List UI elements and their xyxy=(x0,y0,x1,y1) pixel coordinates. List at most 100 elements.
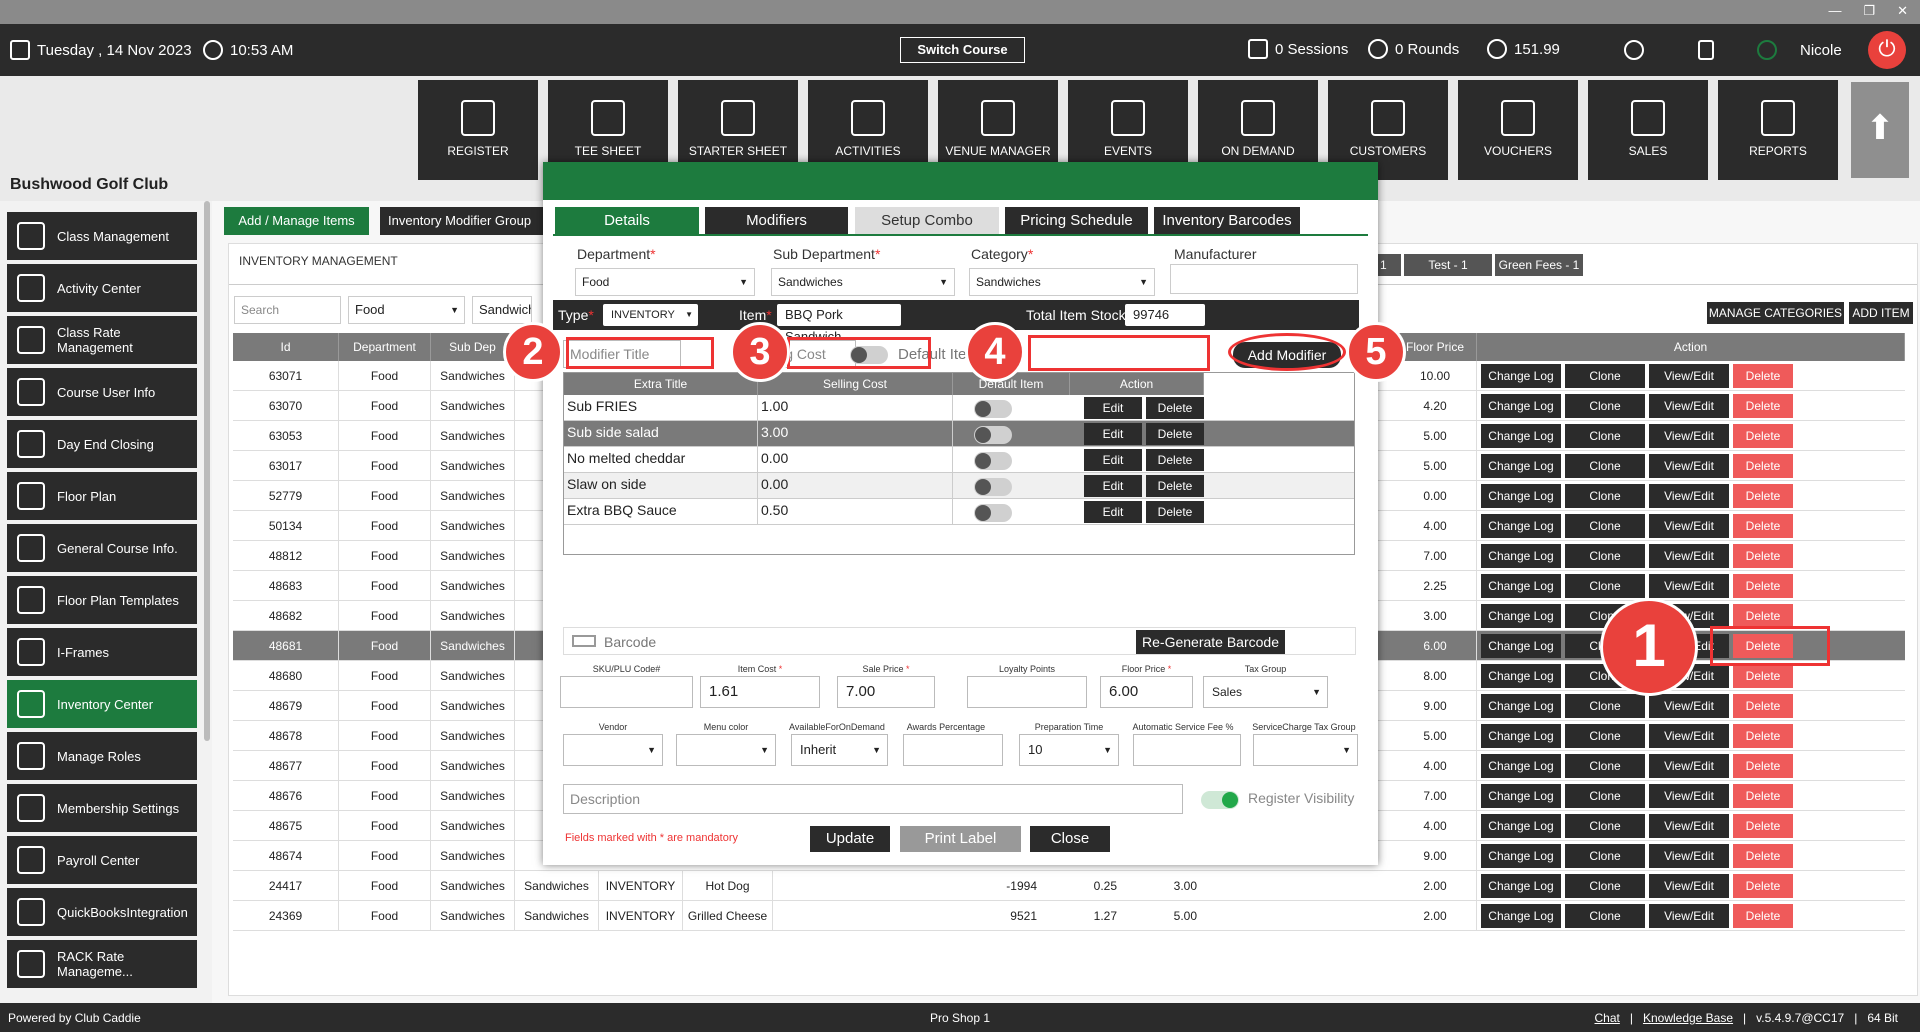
update-button[interactable]: Update xyxy=(810,826,890,852)
col-department[interactable]: Department xyxy=(339,333,431,361)
tile-sales[interactable]: SALES xyxy=(1588,80,1708,180)
tab-details[interactable]: Details xyxy=(555,207,699,235)
change-log-button[interactable]: Change Log xyxy=(1481,724,1561,748)
change-log-button[interactable]: Change Log xyxy=(1481,394,1561,418)
edit-button[interactable]: Edit xyxy=(1084,423,1142,445)
clone-button[interactable]: Clone xyxy=(1565,394,1645,418)
change-log-button[interactable]: Change Log xyxy=(1481,484,1561,508)
switch-course-button[interactable]: Switch Course xyxy=(900,37,1025,63)
delete-button[interactable]: Delete xyxy=(1146,423,1204,445)
restore-icon[interactable]: ❐ xyxy=(1863,3,1875,19)
prep-time-select[interactable]: 10 ▼ xyxy=(1019,734,1119,766)
chat-link[interactable]: Chat xyxy=(1594,1011,1619,1025)
delete-button[interactable]: Delete xyxy=(1733,694,1793,718)
delete-button[interactable]: Delete xyxy=(1733,394,1793,418)
delete-button[interactable]: Delete xyxy=(1146,397,1204,419)
delete-button[interactable]: Delete xyxy=(1146,475,1204,497)
delete-button[interactable]: Delete xyxy=(1733,484,1793,508)
clone-button[interactable]: Clone xyxy=(1565,424,1645,448)
category-select[interactable]: Sandwiches ▼ xyxy=(969,268,1155,296)
category-chip[interactable]: Green Fees - 1 xyxy=(1495,254,1583,276)
default-item-toggle[interactable] xyxy=(974,478,1012,496)
department-filter[interactable]: Food ▼ xyxy=(348,296,465,324)
delete-button[interactable]: Delete xyxy=(1146,449,1204,471)
sku-input[interactable] xyxy=(560,676,693,708)
view-edit-button[interactable]: View/Edit xyxy=(1649,364,1729,388)
view-edit-button[interactable]: View/Edit xyxy=(1649,814,1729,838)
edit-button[interactable]: Edit xyxy=(1084,449,1142,471)
clone-button[interactable]: Clone xyxy=(1565,454,1645,478)
clone-button[interactable]: Clone xyxy=(1565,904,1645,928)
change-log-button[interactable]: Change Log xyxy=(1481,874,1561,898)
sidebar-item-activity-center[interactable]: Activity Center xyxy=(7,264,197,312)
col-id[interactable]: Id xyxy=(233,333,339,361)
knowledge-base-link[interactable]: Knowledge Base xyxy=(1643,1011,1733,1025)
edit-button[interactable]: Edit xyxy=(1084,475,1142,497)
sale-price-input[interactable]: 7.00 xyxy=(837,676,935,708)
floor-price-input[interactable]: 6.00 xyxy=(1100,676,1193,708)
change-log-button[interactable]: Change Log xyxy=(1481,544,1561,568)
item-cost-input[interactable]: 1.61 xyxy=(700,676,820,708)
category-chip[interactable]: Test - 1 xyxy=(1404,254,1492,276)
clone-button[interactable]: Clone xyxy=(1565,694,1645,718)
type-select[interactable]: INVENTORY ▼ xyxy=(603,304,698,326)
view-edit-button[interactable]: View/Edit xyxy=(1649,844,1729,868)
sidebar-item-membership-settings[interactable]: Membership Settings xyxy=(7,784,197,832)
sessions-indicator[interactable]: 0 Sessions xyxy=(1248,39,1348,59)
delete-button[interactable]: Delete xyxy=(1733,424,1793,448)
description-input[interactable]: Description xyxy=(563,784,1183,814)
clone-button[interactable]: Clone xyxy=(1565,844,1645,868)
view-edit-button[interactable]: View/Edit xyxy=(1649,784,1729,808)
tab-setup-combo[interactable]: Setup Combo xyxy=(855,207,999,235)
clone-button[interactable]: Clone xyxy=(1565,484,1645,508)
view-edit-button[interactable]: View/Edit xyxy=(1649,514,1729,538)
clone-button[interactable]: Clone xyxy=(1565,814,1645,838)
on-demand-select[interactable]: Inherit ▼ xyxy=(791,734,888,766)
change-log-button[interactable]: Change Log xyxy=(1481,754,1561,778)
delete-button[interactable]: Delete xyxy=(1733,514,1793,538)
view-edit-button[interactable]: View/Edit xyxy=(1649,874,1729,898)
change-log-button[interactable]: Change Log xyxy=(1481,844,1561,868)
clone-button[interactable]: Clone xyxy=(1565,544,1645,568)
delete-button[interactable]: Delete xyxy=(1733,574,1793,598)
loyalty-points-input[interactable] xyxy=(967,676,1087,708)
change-log-button[interactable]: Change Log xyxy=(1481,604,1561,628)
power-icon[interactable]: ⏻ xyxy=(1868,31,1906,69)
add-item-button[interactable]: ADD ITEM xyxy=(1849,302,1913,324)
delete-button[interactable]: Delete xyxy=(1733,904,1793,928)
close-button[interactable]: Close xyxy=(1030,826,1110,852)
tab-add-manage-items[interactable]: Add / Manage Items xyxy=(224,207,369,235)
lock-icon[interactable] xyxy=(1698,40,1714,60)
delete-button[interactable]: Delete xyxy=(1733,454,1793,478)
menu-color-select[interactable]: ▼ xyxy=(676,734,776,766)
rounds-indicator[interactable]: 0 Rounds xyxy=(1368,39,1459,59)
sidebar-item-i-frames[interactable]: I-Frames xyxy=(7,628,197,676)
default-item-toggle[interactable] xyxy=(974,426,1012,444)
clone-button[interactable]: Clone xyxy=(1565,784,1645,808)
print-label-button[interactable]: Print Label xyxy=(900,826,1021,852)
sidebar-item-class-rate-management[interactable]: Class Rate Management xyxy=(7,316,197,364)
tab-pricing-schedule[interactable]: Pricing Schedule xyxy=(1005,207,1148,235)
change-log-button[interactable]: Change Log xyxy=(1481,454,1561,478)
balance-indicator[interactable]: 151.99 xyxy=(1487,39,1560,59)
manufacturer-input[interactable] xyxy=(1170,264,1358,294)
sidebar-item-inventory-center[interactable]: Inventory Center xyxy=(7,680,197,728)
change-log-button[interactable]: Change Log xyxy=(1481,364,1561,388)
default-item-toggle[interactable] xyxy=(974,452,1012,470)
barcode-field[interactable]: Barcode Re-Generate Barcode xyxy=(563,627,1356,655)
subdepartment-filter[interactable]: Sandwiches xyxy=(472,296,532,324)
sidebar-scrollbar[interactable] xyxy=(204,201,210,741)
sidebar-item-floor-plan-templates[interactable]: Floor Plan Templates xyxy=(7,576,197,624)
clone-button[interactable]: Clone xyxy=(1565,874,1645,898)
manage-categories-button[interactable]: MANAGE CATEGORIES xyxy=(1707,302,1844,324)
view-edit-button[interactable]: View/Edit xyxy=(1649,904,1729,928)
change-log-button[interactable]: Change Log xyxy=(1481,694,1561,718)
sidebar-item-day-end-closing[interactable]: Day End Closing xyxy=(7,420,197,468)
tab-modifiers[interactable]: Modifiers xyxy=(705,207,848,235)
view-edit-button[interactable]: View/Edit xyxy=(1649,424,1729,448)
tile-vouchers[interactable]: VOUCHERS xyxy=(1458,80,1578,180)
delete-button[interactable]: Delete xyxy=(1146,501,1204,523)
clone-button[interactable]: Clone xyxy=(1565,514,1645,538)
sidebar-item-manage-roles[interactable]: Manage Roles xyxy=(7,732,197,780)
view-edit-button[interactable]: View/Edit xyxy=(1649,724,1729,748)
